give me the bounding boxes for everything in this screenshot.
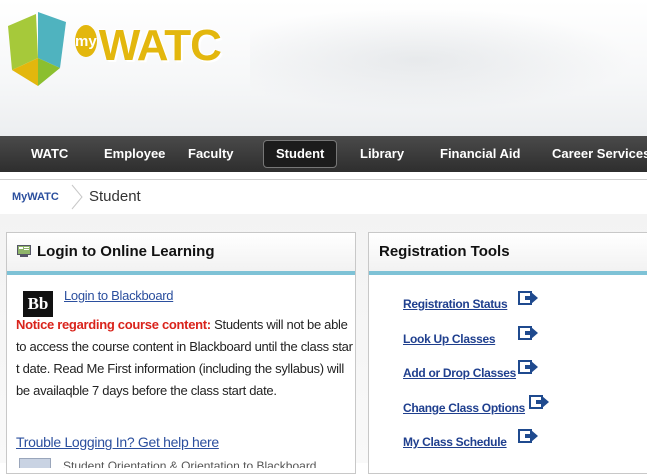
orientation-item[interactable]: Student Orientation & Orientation to Bla… <box>19 454 359 468</box>
nav-item-employee[interactable]: Employee <box>104 136 165 172</box>
change-class-options-link[interactable]: Change Class Options <box>403 401 525 415</box>
login-to-blackboard-link[interactable]: Login to Blackboard <box>64 288 174 303</box>
orientation-thumbnail-icon <box>19 458 51 468</box>
chevron-right-icon <box>71 184 83 210</box>
login-online-learning-panel: Login to Online Learning Bb Login to Bla… <box>6 232 356 474</box>
nav-item-library[interactable]: Library <box>360 136 404 172</box>
external-arrow-icon[interactable] <box>518 359 538 375</box>
look-up-classes-link[interactable]: Look Up Classes <box>403 332 496 346</box>
trouble-logging-in-link[interactable]: Trouble Logging In? Get help here <box>16 434 219 450</box>
registration-panel-title: Registration Tools <box>379 243 510 260</box>
add-or-drop-classes-link[interactable]: Add or Drop Classes <box>403 366 516 380</box>
external-arrow-icon[interactable] <box>518 325 538 341</box>
monitor-icon <box>17 244 31 257</box>
nav-item-faculty[interactable]: Faculty <box>188 136 234 172</box>
login-panel-title: Login to Online Learning <box>37 243 215 260</box>
nav-item-financial-aid[interactable]: Financial Aid <box>440 136 520 172</box>
watc-butterfly-icon[interactable] <box>8 12 68 86</box>
logo-my: my <box>75 25 97 57</box>
mywatc-logo[interactable]: my WATC <box>75 22 222 70</box>
registration-panel-header: Registration Tools <box>369 233 647 275</box>
logo-watc: WATC <box>98 21 222 70</box>
external-arrow-icon[interactable] <box>518 428 538 444</box>
course-content-notice: Notice regarding course content: Student… <box>16 314 354 402</box>
notice-lead: Notice regarding course content: <box>16 317 211 332</box>
registration-status-link[interactable]: Registration Status <box>403 297 508 311</box>
my-class-schedule-link[interactable]: My Class Schedule <box>403 435 507 449</box>
main-nav: WATC Employee Faculty Student Library Fi… <box>0 136 647 172</box>
nav-item-career-services[interactable]: Career Services <box>552 136 647 172</box>
registration-tools-panel: Registration Tools Registration Status L… <box>368 232 647 474</box>
breadcrumb-current: Student <box>89 188 141 205</box>
login-panel-header: Login to Online Learning <box>7 233 355 275</box>
external-arrow-icon[interactable] <box>518 290 538 306</box>
breadcrumb: MyWATC Student <box>0 179 647 215</box>
nav-item-student[interactable]: Student <box>263 140 338 168</box>
breadcrumb-home-link[interactable]: MyWATC <box>12 180 59 214</box>
external-arrow-icon[interactable] <box>529 394 549 410</box>
orientation-item-label: Student Orientation & Orientation to Bla… <box>63 459 317 468</box>
header-background-graphic <box>250 10 647 120</box>
site-header: my WATC <box>0 0 647 136</box>
nav-item-watc[interactable]: WATC <box>31 136 68 172</box>
